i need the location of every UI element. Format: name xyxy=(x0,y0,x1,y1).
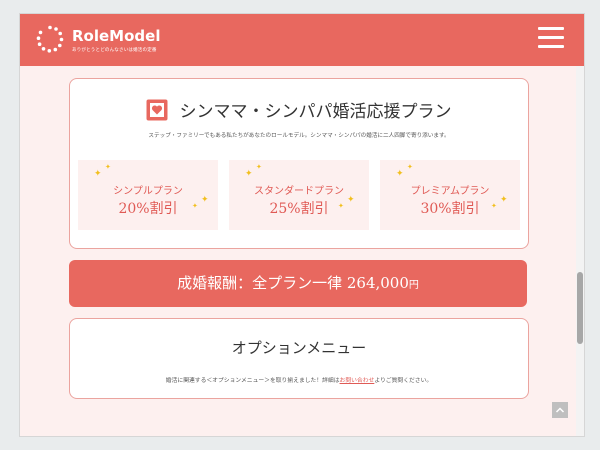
logo-text[interactable]: RoleModel xyxy=(72,27,160,45)
sparkle-icon: ✦ xyxy=(245,169,253,179)
scroll-to-top-button[interactable] xyxy=(552,402,568,418)
sparkle-icon: ✦ xyxy=(201,195,209,205)
option-desc-after: よりご質問ください。 xyxy=(374,378,433,384)
plan-name: プレミアムプラン xyxy=(410,186,490,197)
success-fee-amount: 成婚報酬：全プラン一律 264,000 xyxy=(177,274,409,292)
plan-box-premium: ✦ ✦ プレミアムプラン 30%割引 ✦ ✦ xyxy=(380,160,520,230)
option-description: 婚活に関連する＜オプションメニュー＞を取り揃えました！詳細はお問い合わせよりご質… xyxy=(70,375,528,384)
sparkle-icon: ✦ xyxy=(347,195,355,205)
option-desc-before: 婚活に関連する＜オプションメニュー＞を取り揃えました！詳細は xyxy=(165,378,340,384)
option-card: オプションメニュー 婚活に関連する＜オプションメニュー＞を取り揃えました！詳細は… xyxy=(69,318,529,399)
hamburger-icon[interactable] xyxy=(538,26,564,50)
plan-box-simple: ✦ ✦ シンプルプラン 20%割引 ✦ ✦ xyxy=(78,160,218,230)
plan-discount: 30%割引 xyxy=(420,201,480,217)
sparkle-icon: ✦ xyxy=(105,163,111,171)
scrollbar-track[interactable] xyxy=(576,66,584,436)
scrollbar-thumb[interactable] xyxy=(577,272,583,344)
chevron-up-icon xyxy=(555,407,565,413)
logo-ring-icon xyxy=(36,25,64,53)
app-window: RoleModel ありがとうとどのんなさいは婚活の定番 シンママ・シンパパ婚活… xyxy=(20,14,584,436)
sparkle-icon: ✦ xyxy=(407,163,413,171)
contact-link[interactable]: お問い合わせ xyxy=(340,378,375,384)
option-title: オプションメニュー xyxy=(231,339,367,357)
heart-icon xyxy=(146,99,168,120)
sparkle-icon: ✦ xyxy=(94,169,102,179)
plan-box-standard: ✦ ✦ スタンダードプラン 25%割引 ✦ ✦ xyxy=(229,160,369,230)
plan-title: シンママ・シンパパ婚活応援プラン xyxy=(179,102,452,122)
sparkle-icon: ✦ xyxy=(192,202,198,210)
sparkle-icon: ✦ xyxy=(500,195,508,205)
success-fee-text: 成婚報酬：全プラン一律 264,000円 xyxy=(69,272,527,293)
sparkle-icon: ✦ xyxy=(256,163,262,171)
success-fee-unit: 円 xyxy=(408,280,419,291)
plan-name: シンプルプラン xyxy=(113,186,183,197)
success-fee-banner: 成婚報酬：全プラン一律 264,000円 xyxy=(69,260,527,307)
site-header: RoleModel ありがとうとどのんなさいは婚活の定番 xyxy=(20,14,584,66)
sparkle-icon: ✦ xyxy=(396,169,404,179)
sparkle-icon: ✦ xyxy=(338,202,344,210)
plan-description: ステップ・ファミリーでもある私たちがあなたのロールモデル。シンママ・シンパパの婚… xyxy=(148,133,450,139)
sparkle-icon: ✦ xyxy=(491,202,497,210)
plan-title-row: シンママ・シンパパ婚活応援プラン xyxy=(70,97,528,122)
plan-card: シンママ・シンパパ婚活応援プラン ステップ・ファミリーでもある私たちがあなたのロ… xyxy=(69,78,529,249)
logo-tagline: ありがとうとどのんなさいは婚活の定番 xyxy=(72,48,157,53)
